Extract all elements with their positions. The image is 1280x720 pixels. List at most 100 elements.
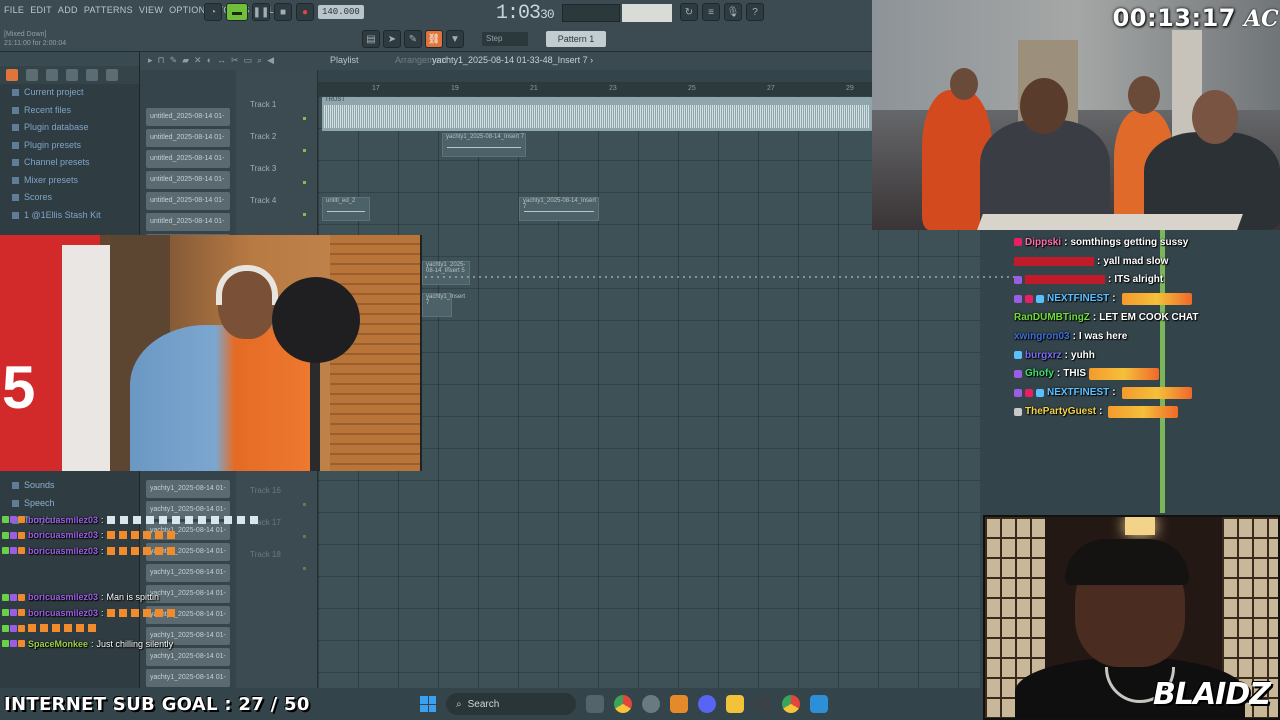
browser-star-icon[interactable] <box>106 69 118 81</box>
pattern-item[interactable]: untitled_2025-08-14 01- <box>146 108 230 126</box>
menu-item-add[interactable]: ADD <box>58 5 78 15</box>
link-icon[interactable]: ⛓ <box>425 30 443 48</box>
browser-item[interactable]: Channel presets <box>0 154 139 172</box>
audio-clip-track4b[interactable]: yachty1_2025-08-14_Insert 7 <box>519 197 599 221</box>
track-led[interactable] <box>303 181 306 184</box>
menu-item-edit[interactable]: EDIT <box>30 5 52 15</box>
track-led[interactable] <box>303 149 306 152</box>
draw-icon[interactable]: ✎ <box>170 55 178 66</box>
browser-item[interactable]: Plugin database <box>0 119 139 137</box>
browser-item[interactable]: Scores <box>0 189 139 207</box>
pattern-item[interactable]: untitled_2025-08-14 01- <box>146 150 230 168</box>
metronome-icon[interactable]: ◔ <box>204 3 222 21</box>
refresh-icon[interactable]: ↻ <box>680 3 698 21</box>
pattern-item[interactable]: untitled_2025-08-14 01- <box>146 213 230 231</box>
arrow-icon[interactable]: ➤ <box>383 30 401 48</box>
timeline-ruler[interactable]: 17 19 21 23 25 27 29 <box>318 82 872 96</box>
settings-icon[interactable] <box>642 695 660 713</box>
chat-username[interactable]: boricuasmilez03 <box>28 546 98 556</box>
playlist-icon[interactable]: ▤ <box>362 30 380 48</box>
audio-clip-track4a[interactable]: untitl_ed_2 <box>322 197 370 221</box>
chat-username[interactable]: Ghofy <box>1025 368 1054 379</box>
chrome-icon[interactable] <box>614 695 632 713</box>
stop-button[interactable]: ■ <box>274 3 292 21</box>
zoom-icon[interactable]: ⌕ <box>257 55 262 66</box>
pattern-item[interactable]: yachty1_2025-08-14 01- <box>146 669 230 687</box>
chat-username[interactable]: NEXTFINEST <box>1047 387 1109 398</box>
magnet-icon[interactable]: ⊓ <box>158 55 165 66</box>
track-header[interactable]: Track 3 <box>240 160 312 190</box>
pattern-item[interactable]: untitled_2025-08-14 01- <box>146 192 230 210</box>
play-arrow-icon[interactable]: ▸ <box>148 55 153 66</box>
slip-icon[interactable]: ↔ <box>217 55 226 66</box>
chat-username[interactable]: boricuasmilez03 <box>28 608 98 618</box>
task-view-icon[interactable] <box>586 695 604 713</box>
track-header[interactable]: Track 1 <box>240 96 312 126</box>
play-button[interactable]: ❚❚ <box>252 3 270 21</box>
browser-item[interactable]: Plugin presets <box>0 137 139 155</box>
menu-item-patterns[interactable]: PATTERNS <box>84 5 133 15</box>
tempo-display[interactable]: 140.000 <box>318 5 364 19</box>
browser-item[interactable]: Sounds <box>0 477 140 495</box>
chat-username[interactable]: boricuasmilez03 <box>28 530 98 540</box>
chat-username[interactable]: SpaceMonkee <box>28 639 88 649</box>
chat-username[interactable]: xwingron03 <box>1014 331 1070 342</box>
menu-item-file[interactable]: FILE <box>4 5 24 15</box>
photos-icon[interactable] <box>810 695 828 713</box>
track-led[interactable] <box>303 117 306 120</box>
browser-home-icon[interactable] <box>86 69 98 81</box>
chat-username[interactable]: ThePartyGuest <box>1025 406 1096 417</box>
track-header[interactable]: Track 16 <box>240 482 312 512</box>
playlist-pattern-name[interactable]: yachty1_2025-08-14 01-33-48_Insert 7 › <box>432 55 593 65</box>
audio-clip-track2[interactable]: yachty1_2025-08-14_Insert 7 <box>442 133 526 157</box>
track-led[interactable] <box>303 535 306 538</box>
discord-icon[interactable] <box>698 695 716 713</box>
delete-icon[interactable]: ✕ <box>194 55 202 66</box>
browser-item[interactable]: Current project <box>0 84 139 102</box>
pattern-item[interactable]: untitled_2025-08-14 01- <box>146 129 230 147</box>
chat-username[interactable]: boricuasmilez03 <box>28 515 98 525</box>
mute-icon[interactable]: ◐ <box>207 55 212 66</box>
snap-select[interactable]: Step <box>482 32 528 46</box>
browser-item[interactable]: Speech <box>0 495 140 513</box>
select-icon[interactable]: ▭ <box>244 55 253 66</box>
taskbar-search[interactable]: ⌕ Search <box>446 693 576 715</box>
browser-item[interactable]: Mixer presets <box>0 172 139 190</box>
menu-item-view[interactable]: VIEW <box>139 5 163 15</box>
audio-clip-mid2[interactable]: yachty1_Insert 7 <box>422 293 465 317</box>
file-explorer-icon[interactable] <box>726 695 744 713</box>
track-led[interactable] <box>303 567 306 570</box>
stamp-icon[interactable]: ▼ <box>446 30 464 48</box>
browser-back-icon[interactable] <box>46 69 58 81</box>
track-header[interactable]: Track 2 <box>240 128 312 158</box>
pencil-icon[interactable]: ✎ <box>404 30 422 48</box>
slice-icon[interactable]: ✂ <box>231 55 239 66</box>
help-icon[interactable]: ? <box>746 3 764 21</box>
mixer-icon[interactable]: ≡ <box>702 3 720 21</box>
chat-username[interactable]: burgxrz <box>1025 350 1062 361</box>
browser-all-icon[interactable] <box>6 69 18 81</box>
pattern-song-toggle[interactable]: ▬ <box>226 3 248 21</box>
fl-studio-icon[interactable] <box>670 695 688 713</box>
pattern-selector[interactable]: Pattern 1 <box>546 31 606 47</box>
chat-username[interactable]: NEXTFINEST <box>1047 293 1109 304</box>
chat-username[interactable]: RanDUMBTingZ <box>1014 312 1090 323</box>
speaker-icon[interactable]: ◀ <box>267 55 274 66</box>
mic-icon[interactable]: 🎙 <box>724 3 742 21</box>
pattern-item[interactable]: yachty1_2025-08-14 01- <box>146 480 230 498</box>
track-led[interactable] <box>303 503 306 506</box>
paint-icon[interactable]: ▰ <box>182 55 189 66</box>
browser-item[interactable]: Recent files <box>0 102 139 120</box>
chat-username[interactable]: boricuasmilez03 <box>28 592 98 602</box>
browser-folder-icon[interactable] <box>26 69 38 81</box>
chrome-icon-2[interactable] <box>782 695 800 713</box>
browser-item[interactable]: 1 @1Ellis Stash Kit <box>0 207 139 225</box>
windows-start-icon[interactable] <box>420 696 436 712</box>
audio-clip-mid[interactable]: yachty1_2025-08-14_Insert 5 <box>422 261 470 285</box>
terminal-icon[interactable] <box>754 695 772 713</box>
chat-username[interactable]: Dippski <box>1025 237 1061 248</box>
audio-clip-main[interactable]: TRUST <box>322 97 872 131</box>
browser-forward-icon[interactable] <box>66 69 78 81</box>
record-button[interactable]: ● <box>296 3 314 21</box>
track-led[interactable] <box>303 213 306 216</box>
